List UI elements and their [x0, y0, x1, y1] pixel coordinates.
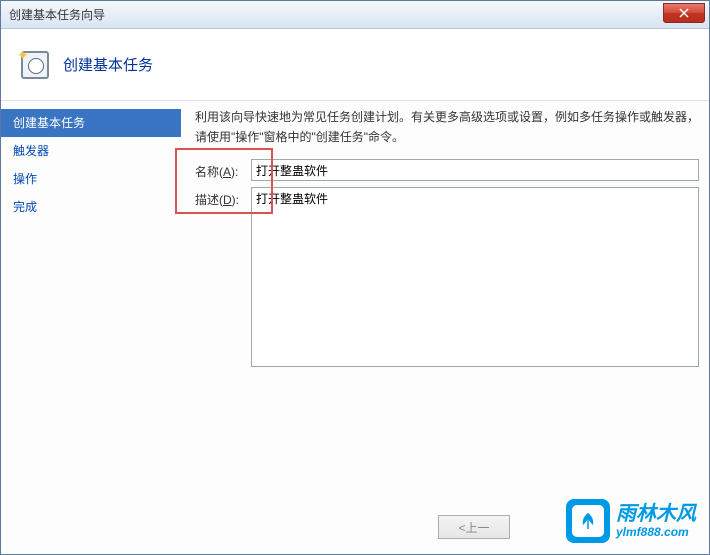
main-pane: 利用该向导快速地为常见任务创建计划。有关更多高级选项或设置，例如多任务操作或触发… [181, 101, 709, 554]
leaf-icon [572, 505, 604, 537]
page-title: 创建基本任务 [63, 54, 153, 75]
description-label: 描述(D): [195, 187, 251, 208]
watermark: 雨林木风 ylmf888.com [566, 499, 696, 543]
sidebar-item-create-basic-task[interactable]: 创建基本任务 [1, 109, 181, 137]
back-button[interactable]: <上一 [438, 515, 510, 539]
header-section: ✦ 创建基本任务 [1, 29, 709, 101]
sidebar: 创建基本任务 触发器 操作 完成 [1, 101, 181, 554]
watermark-brand: 雨林木风 [616, 503, 696, 525]
sidebar-item-action[interactable]: 操作 [1, 165, 181, 193]
name-row: 名称(A): [181, 159, 699, 181]
description-row: 描述(D): [181, 187, 699, 367]
watermark-url: ylmf888.com [616, 525, 696, 539]
name-input[interactable] [251, 159, 699, 181]
task-wizard-icon: ✦ [19, 49, 51, 81]
close-icon [679, 8, 689, 18]
sidebar-item-trigger[interactable]: 触发器 [1, 137, 181, 165]
watermark-text: 雨林木风 ylmf888.com [616, 503, 696, 539]
window-title: 创建基本任务向导 [9, 6, 105, 23]
content-area: 创建基本任务 触发器 操作 完成 利用该向导快速地为常见任务创建计划。有关更多高… [1, 101, 709, 554]
watermark-logo [566, 499, 610, 543]
name-label: 名称(A): [195, 159, 251, 180]
close-button[interactable] [663, 3, 705, 23]
wizard-window: 创建基本任务向导 ✦ 创建基本任务 创建基本任务 触发器 操作 完成 利用该向导… [0, 0, 710, 555]
sidebar-item-finish[interactable]: 完成 [1, 193, 181, 221]
footer-buttons: <上一 [438, 515, 510, 539]
description-input[interactable] [251, 187, 699, 367]
wizard-description: 利用该向导快速地为常见任务创建计划。有关更多高级选项或设置，例如多任务操作或触发… [181, 107, 699, 147]
titlebar[interactable]: 创建基本任务向导 [1, 1, 709, 29]
